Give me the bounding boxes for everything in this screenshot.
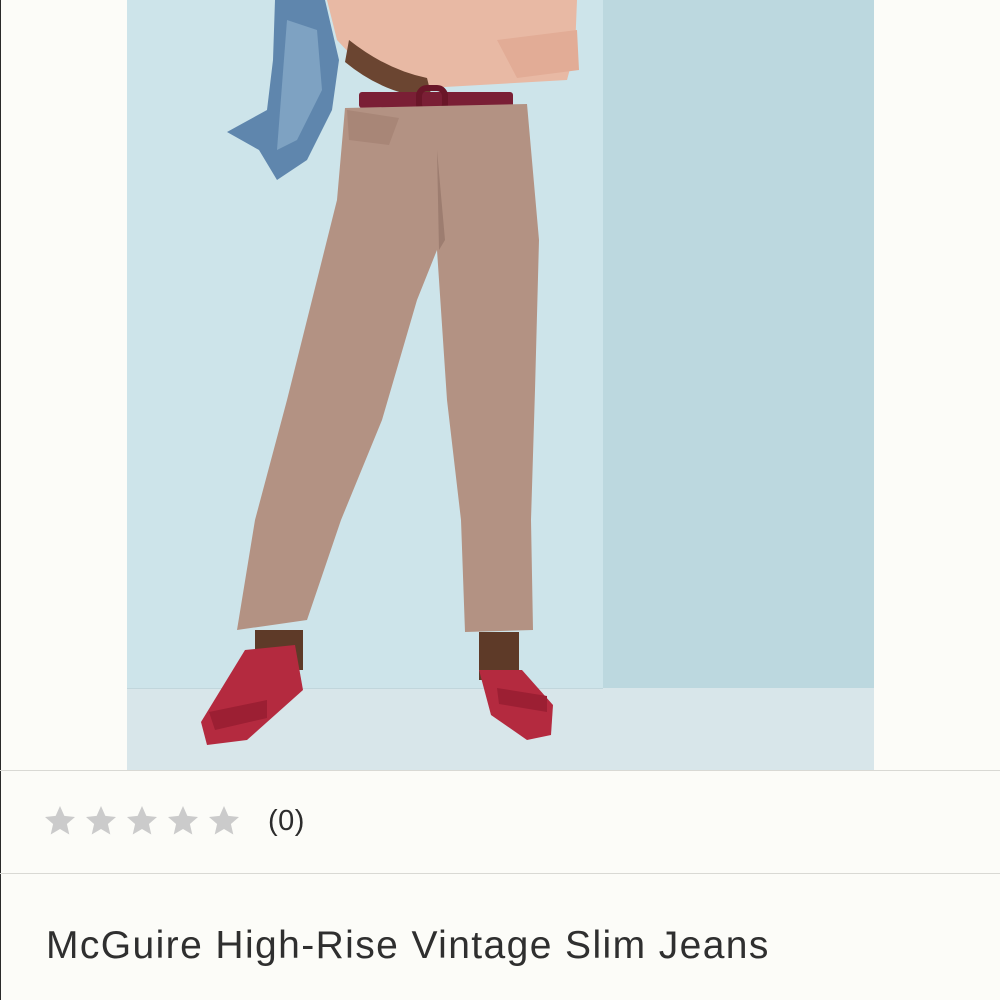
title-row: McGuire High-Rise Vintage Slim Jeans xyxy=(0,874,1000,1000)
star-icon xyxy=(206,803,242,839)
product-title: McGuire High-Rise Vintage Slim Jeans xyxy=(46,924,770,967)
star-icon xyxy=(83,803,119,839)
product-page: (0) McGuire High-Rise Vintage Slim Jeans xyxy=(0,0,1000,1000)
star-icon xyxy=(124,803,160,839)
review-count[interactable]: (0) xyxy=(268,803,305,839)
star-icon xyxy=(42,803,78,839)
rating-stars xyxy=(42,801,247,841)
rating-row[interactable]: (0) xyxy=(0,771,1000,873)
product-image[interactable] xyxy=(127,0,874,770)
star-icon xyxy=(165,803,201,839)
